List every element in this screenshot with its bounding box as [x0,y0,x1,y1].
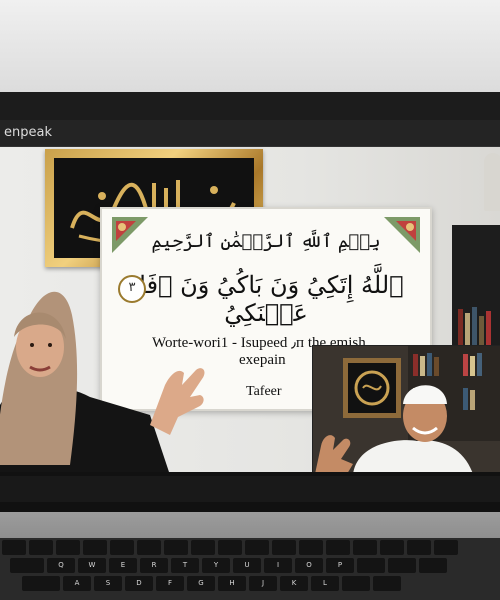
keyboard-key-t[interactable]: T [171,558,199,573]
keyboard-row-top [2,540,458,555]
keyboard-key-g[interactable]: G [187,576,215,591]
laptop: enpeak بِسۡمِ ٱللَّهِ ٱلرَّحۡمَٰنِ ٱلرَّ… [0,92,500,600]
keyboard-key-e[interactable]: E [109,558,137,573]
keyboard-key[interactable] [272,540,296,555]
translation-text-line2: exepain [239,352,286,368]
keyboard-key-q[interactable]: Q [47,558,75,573]
keyboard-key-r[interactable]: R [140,558,168,573]
keyboard-key[interactable] [419,558,447,573]
bezel-hinge [0,476,500,502]
keyboard-key-o[interactable]: O [295,558,323,573]
keyboard-key[interactable] [326,540,350,555]
keyboard-key[interactable] [353,540,377,555]
keyboard-key[interactable] [373,576,401,591]
keyboard-key-u[interactable]: U [233,558,261,573]
screen-bezel [0,472,500,512]
basmala-text: بِسۡمِ ٱللَّهِ ٱلرَّحۡمَٰنِ ٱلرَّحِيمِ [151,231,381,252]
keyboard-key-k[interactable]: K [280,576,308,591]
student-video-scene [313,346,500,472]
keyboard-key-j[interactable]: J [249,576,277,591]
teacher-video-figure [0,291,205,472]
bookshelf [452,225,500,365]
app-title: enpeak [4,125,52,140]
keyboard-key[interactable] [407,540,431,555]
keyboard-key[interactable] [357,558,385,573]
keyboard-key[interactable] [191,540,215,555]
keyboard-key[interactable] [110,540,134,555]
keyboard-key-f[interactable]: F [156,576,184,591]
keyboard-key[interactable] [22,576,60,591]
keyboard-key[interactable] [164,540,188,555]
keyboard-key[interactable] [380,540,404,555]
keyboard-key[interactable] [56,540,80,555]
keyboard-key-a[interactable]: A [63,576,91,591]
background-wall [0,0,500,92]
laptop-screen: enpeak بِسۡمِ ٱللَّهِ ٱلرَّحۡمَٰنِ ٱلرَّ… [0,92,500,472]
statue [484,153,500,211]
keyboard-key-h[interactable]: H [218,576,246,591]
keyboard-key-s[interactable]: S [94,576,122,591]
keyboard-key-p[interactable]: P [326,558,354,573]
keyboard-key[interactable] [299,540,323,555]
video-call-titlebar: enpeak [0,120,500,147]
keyboard-key[interactable] [83,540,107,555]
keyboard-row-qwerty: Q W E R T Y U I O P [10,558,447,573]
keyboard-key[interactable] [137,540,161,555]
keyboard-key[interactable] [342,576,370,591]
keyboard-key-d[interactable]: D [125,576,153,591]
student-video-tile[interactable] [312,345,500,472]
keyboard: Q W E R T Y U I O P A S D F G H J K L [0,538,500,600]
keyboard-row-home: A S D F G H J K L [22,576,401,591]
board-caption: Tafeer [246,384,282,399]
keyboard-key[interactable] [434,540,458,555]
keyboard-key-w[interactable]: W [78,558,106,573]
keyboard-key[interactable] [245,540,269,555]
keyboard-key[interactable] [218,540,242,555]
keyboard-key-l[interactable]: L [311,576,339,591]
keyboard-key[interactable] [388,558,416,573]
keyboard-key[interactable] [2,540,26,555]
keyboard-key[interactable] [10,558,44,573]
keyboard-key-i[interactable]: I [264,558,292,573]
keyboard-key[interactable] [29,540,53,555]
keyboard-key-y[interactable]: Y [202,558,230,573]
